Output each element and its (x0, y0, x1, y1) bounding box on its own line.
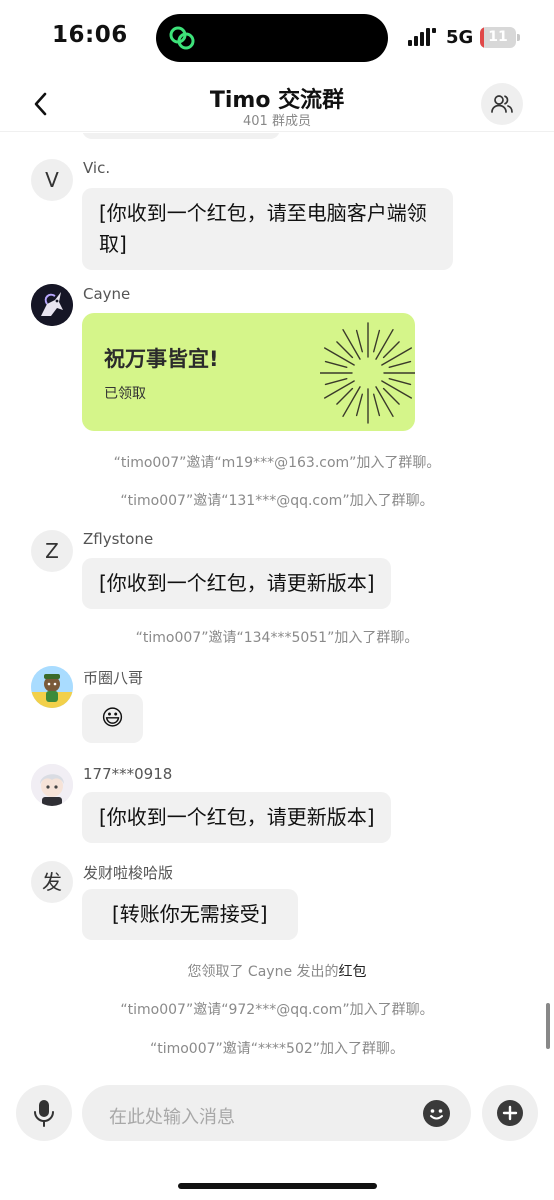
red-packet-title: 祝万事皆宜! (104, 347, 219, 371)
avatar[interactable] (31, 764, 73, 806)
sender-name: Zflystone (83, 530, 154, 548)
system-message: “timo007”邀请“****502”加入了群聊。 (149, 1041, 405, 1057)
home-indicator[interactable] (178, 1183, 377, 1189)
sunburst-ray (388, 360, 412, 369)
network-type: 5G (446, 27, 474, 48)
avatar[interactable] (31, 284, 73, 326)
avatar[interactable]: 发 (31, 861, 73, 903)
sender-name: 币圈八哥 (83, 669, 144, 687)
plus-icon (502, 1105, 518, 1121)
sunburst-icon (320, 322, 415, 424)
status-time: 16:06 (52, 22, 128, 48)
message-bubble[interactable]: [你收到一个红包，请更新版本] (82, 792, 391, 843)
message-text: [转账你无需接受] (112, 902, 268, 926)
sunburst-ray (336, 341, 354, 359)
sender-name: 177***0918 (83, 765, 173, 783)
sunburst-ray (372, 393, 381, 417)
sunburst-ray (382, 341, 400, 359)
battery-percent: 11 (488, 29, 508, 45)
group-members-icon (491, 95, 513, 113)
sunburst-ray (372, 329, 381, 353)
link-rings-icon (169, 26, 195, 50)
smiley-icon (430, 1109, 443, 1120)
emoji-message: 😃 (101, 706, 124, 731)
sunburst-ray (382, 387, 400, 405)
message-input-placeholder: 在此处输入消息 (109, 1107, 235, 1128)
message-bubble[interactable]: [你收到一个红包，请更新版本] (82, 558, 391, 609)
sender-name: 发财啦梭哈版 (83, 864, 174, 882)
system-message: “timo007”邀请“m19***@163.com”加入了群聊。 (113, 455, 441, 471)
microphone-icon (34, 1100, 54, 1127)
red-packet-card[interactable]: 祝万事皆宜! 已领取 (82, 313, 415, 431)
sender-name: Vic. (83, 159, 111, 177)
avatar[interactable] (31, 666, 73, 708)
voice-input-button[interactable] (16, 1085, 72, 1141)
system-message: “timo007”邀请“134***5051”加入了群聊。 (135, 630, 419, 646)
emoji-button[interactable] (423, 1100, 450, 1127)
system-message: 您领取了 Cayne 发出的红包 (0, 961, 554, 981)
red-packet-status: 已领取 (104, 386, 146, 402)
more-actions-button[interactable] (482, 1085, 538, 1141)
member-count: 401 群成员 (243, 114, 311, 129)
message-list[interactable]: V Vic. [你收到一个红包，请至电脑客户端领 取] Cayne 祝万事皆宜!… (0, 133, 554, 1080)
anime-character-avatar-icon (31, 764, 73, 806)
input-bar: 在此处输入消息 (0, 1080, 554, 1200)
scrollbar[interactable] (546, 1003, 550, 1049)
sender-name: Cayne (83, 285, 131, 303)
sunburst-ray (388, 377, 412, 386)
red-packet-link[interactable]: 红包 (339, 964, 367, 980)
system-message-text: 您领取了 Cayne 发出的 (187, 964, 339, 980)
message-bubble[interactable]: [你收到一个红包，请至电脑客户端领 取] (82, 188, 453, 270)
dynamic-island (156, 14, 388, 62)
message-bubble[interactable]: [转账你无需接受] (82, 889, 298, 940)
battery-icon: 11 (480, 27, 520, 48)
cellular-signal-icon (408, 28, 436, 46)
avatar[interactable]: Z (31, 530, 73, 572)
system-message: “timo007”邀请“131***@qq.com”加入了群聊。 (120, 493, 434, 509)
message-text: [你收到一个红包，请更新版本] (99, 805, 375, 829)
message-bubble-partial (82, 133, 280, 139)
sunburst-ray (324, 360, 348, 369)
sunburst-ray (324, 377, 348, 386)
sunburst-ray (336, 387, 354, 405)
cartoon-character-avatar-icon (31, 666, 73, 708)
message-input[interactable]: 在此处输入消息 (82, 1085, 471, 1141)
message-bubble[interactable]: 😃 (82, 694, 143, 743)
group-members-button[interactable] (481, 83, 523, 125)
avatar[interactable]: V (31, 159, 73, 201)
status-bar: 16:06 5G 11 (0, 0, 554, 76)
message-text: [你收到一个红包，请更新版本] (99, 571, 375, 595)
sunburst-ray (355, 329, 364, 353)
message-text: [你收到一个红包，请至电脑客户端领 (99, 201, 427, 225)
unicorn-avatar-icon (31, 284, 73, 326)
system-message: “timo007”邀请“972***@qq.com”加入了群聊。 (120, 1002, 434, 1018)
message-text: 取] (99, 232, 127, 256)
chat-header: Timo 交流群 401 群成员 (0, 76, 554, 132)
sunburst-ray (355, 393, 364, 417)
